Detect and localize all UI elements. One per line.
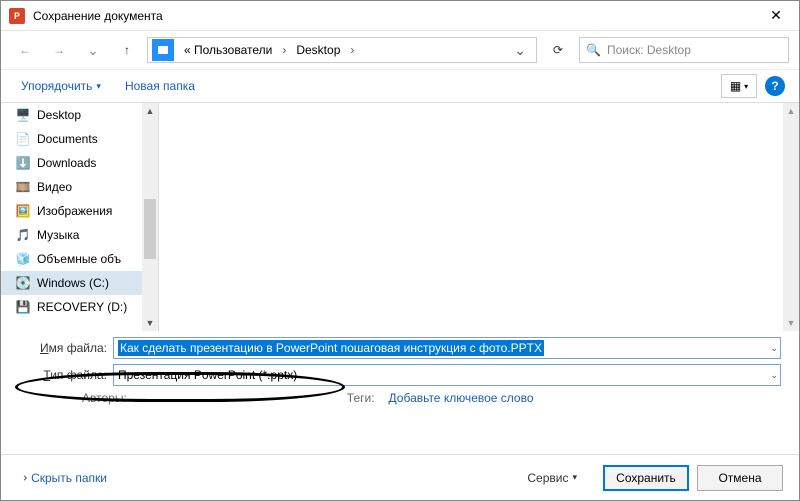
documents-icon: 📄 <box>15 131 31 147</box>
scroll-down-icon: ▼ <box>783 315 799 331</box>
search-icon: 🔍 <box>586 43 601 57</box>
footer: ⌃ Скрыть папки Сервис▾ Сохранить Отмена <box>1 454 799 500</box>
navigation-bar: ← → ↑ « Пользователи Desktop ⟳ 🔍 Поиск: … <box>1 31 799 69</box>
music-icon: 🎵 <box>15 227 31 243</box>
file-list[interactable]: ▲ ▼ <box>159 103 799 331</box>
scroll-down-icon[interactable]: ▼ <box>142 315 158 331</box>
authors-label: Авторы: <box>82 391 127 405</box>
breadcrumb-users[interactable]: « Пользователи <box>178 38 278 62</box>
desktop-icon: 🖥️ <box>15 107 31 123</box>
breadcrumb-desktop[interactable]: Desktop <box>290 38 346 62</box>
tree-item-downloads[interactable]: ⬇️Downloads <box>1 151 158 175</box>
close-button[interactable]: ✕ <box>753 1 799 31</box>
view-icon: ▦ <box>730 79 741 93</box>
address-dropdown[interactable] <box>504 42 536 59</box>
up-button[interactable]: ↑ <box>113 37 141 63</box>
filename-label: Имя файла: <box>19 341 113 355</box>
search-input[interactable]: 🔍 Поиск: Desktop <box>579 37 789 63</box>
tools-menu[interactable]: Сервис▾ <box>527 471 577 485</box>
filename-input[interactable]: Как сделать презентацию в PowerPoint пош… <box>113 337 781 359</box>
chevron-right-icon[interactable] <box>278 43 290 57</box>
chevron-down-icon[interactable]: ⌄ <box>770 343 778 354</box>
tree-item-music[interactable]: 🎵Музыка <box>1 223 158 247</box>
drive-icon: 💽 <box>15 275 31 291</box>
tree-item-recovery-d[interactable]: 💾RECOVERY (D:) <box>1 295 158 319</box>
tags-input[interactable]: Добавьте ключевое слово <box>389 391 534 405</box>
help-button[interactable]: ? <box>765 76 785 96</box>
title-bar: P Сохранение документа ✕ <box>1 1 799 31</box>
back-button[interactable]: ← <box>11 37 39 63</box>
tree-scrollbar[interactable]: ▲ ▼ <box>142 103 158 331</box>
new-folder-button[interactable]: Новая папка <box>119 75 201 97</box>
search-placeholder: Поиск: Desktop <box>607 43 691 57</box>
scroll-up-icon[interactable]: ▲ <box>142 103 158 119</box>
cancel-button[interactable]: Отмена <box>697 465 783 491</box>
tree-item-3d[interactable]: 🧊Объемные объ <box>1 247 158 271</box>
cube-icon: 🧊 <box>15 251 31 267</box>
hide-folders-toggle[interactable]: ⌃ Скрыть папки <box>17 471 107 485</box>
downloads-icon: ⬇️ <box>15 155 31 171</box>
tree-item-images[interactable]: 🖼️Изображения <box>1 199 158 223</box>
folder-icon <box>152 39 174 61</box>
forward-button: → <box>45 37 73 63</box>
folder-tree[interactable]: 🖥️Desktop 📄Documents ⬇️Downloads 🎞️Видео… <box>1 103 159 331</box>
tree-item-desktop[interactable]: 🖥️Desktop <box>1 103 158 127</box>
filetype-select[interactable]: Презентация PowerPoint (*.pptx) ⌄ <box>113 364 781 386</box>
tree-item-video[interactable]: 🎞️Видео <box>1 175 158 199</box>
organize-menu[interactable]: Упорядочить▾ <box>15 75 107 97</box>
chevron-right-icon[interactable] <box>346 43 358 57</box>
chevron-down-icon: ⌃ <box>15 472 29 482</box>
images-icon: 🖼️ <box>15 203 31 219</box>
chevron-down-icon[interactable]: ⌄ <box>770 370 778 381</box>
address-bar[interactable]: « Пользователи Desktop <box>147 37 537 63</box>
filetype-label: Тип файла: <box>19 368 113 382</box>
drive-icon: 💾 <box>15 299 31 315</box>
main-area: 🖥️Desktop 📄Documents ⬇️Downloads 🎞️Видео… <box>1 103 799 331</box>
tags-label: Теги: <box>347 391 375 405</box>
powerpoint-icon: P <box>9 8 25 24</box>
scroll-thumb[interactable] <box>144 199 156 259</box>
window-title: Сохранение документа <box>33 9 753 23</box>
refresh-button[interactable]: ⟳ <box>543 37 573 63</box>
toolbar: Упорядочить▾ Новая папка ▦▾ ? <box>1 69 799 103</box>
view-options-button[interactable]: ▦▾ <box>721 74 757 98</box>
save-button[interactable]: Сохранить <box>603 465 689 491</box>
tree-item-windows-c[interactable]: 💽Windows (C:) <box>1 271 158 295</box>
scroll-up-icon: ▲ <box>783 103 799 119</box>
tree-item-documents[interactable]: 📄Documents <box>1 127 158 151</box>
video-icon: 🎞️ <box>15 179 31 195</box>
recent-dropdown[interactable] <box>79 37 107 63</box>
save-form: Имя файла: Как сделать презентацию в Pow… <box>1 331 799 411</box>
file-scrollbar[interactable]: ▲ ▼ <box>783 103 799 331</box>
